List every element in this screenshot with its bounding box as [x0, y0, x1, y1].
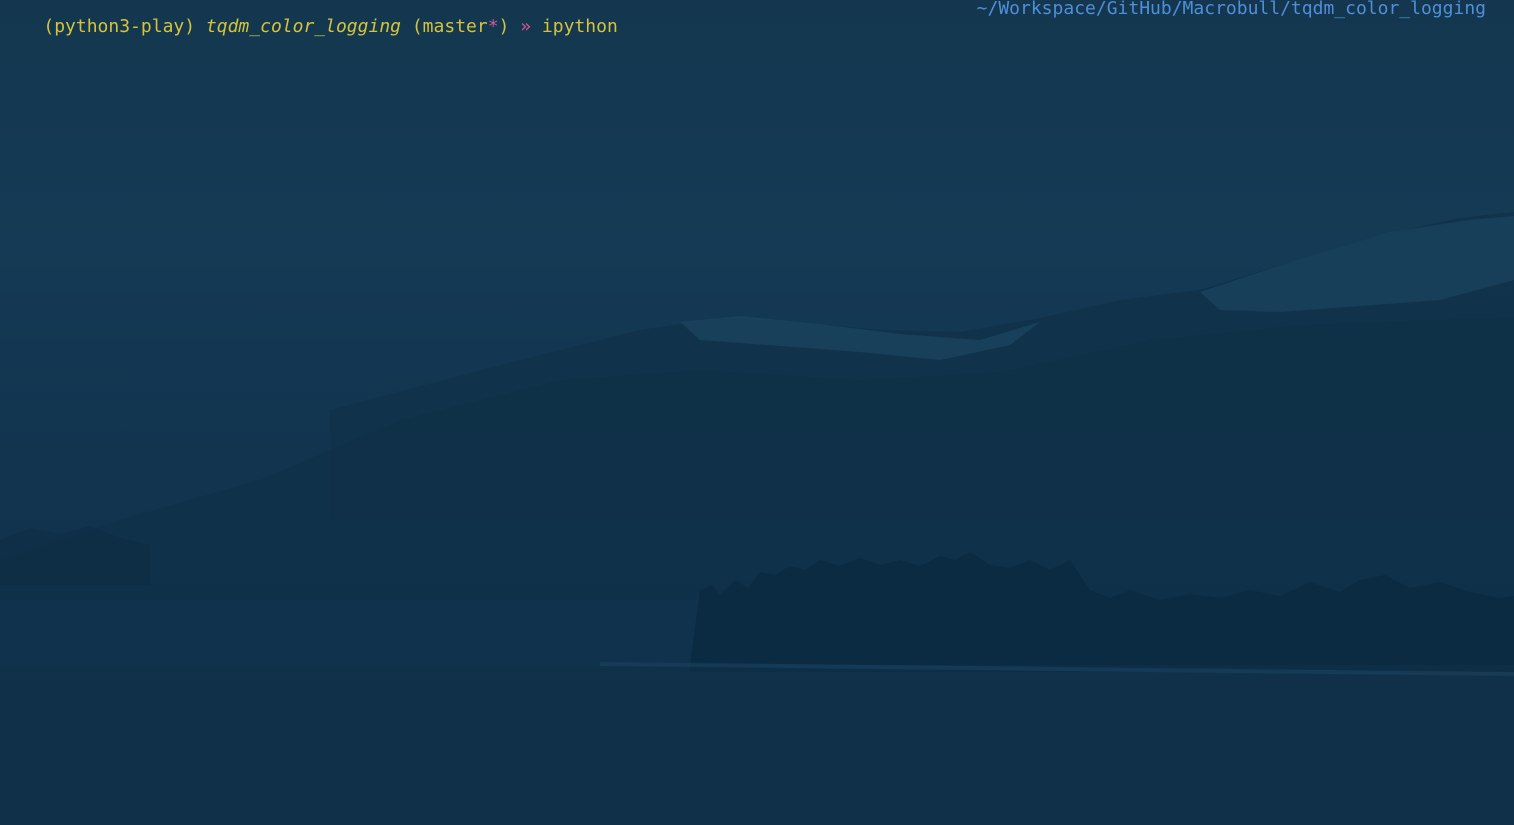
git-branch-close: ) [498, 16, 510, 37]
right-prompt-path: ~/Workspace/GitHub/Macrobull/tqdm_color_… [976, 0, 1486, 19]
virtualenv-name: (python3-play) [43, 16, 196, 37]
command-input[interactable]: ipython [542, 16, 618, 37]
git-dirty-marker: * [487, 16, 499, 37]
shell-prompt-line: (python3-play) tqdm_color_logging (maste… [0, 0, 617, 36]
background-landscape-image [0, 212, 1514, 825]
prompt-arrow-icon: » [520, 16, 532, 37]
terminal-window[interactable]: (python3-play) tqdm_color_logging (maste… [0, 0, 1514, 825]
git-branch-open: (master [411, 16, 488, 37]
current-directory-name: tqdm_color_logging [205, 16, 401, 37]
